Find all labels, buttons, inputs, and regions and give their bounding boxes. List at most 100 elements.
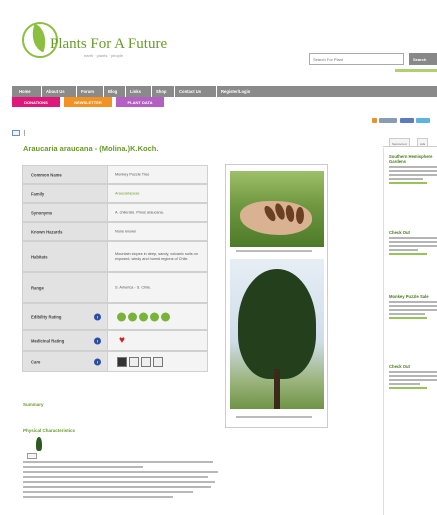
tree-size-icon	[36, 437, 42, 451]
ad-url[interactable]	[389, 387, 428, 389]
row-value: A. chilensis. Pinus araucana.	[115, 210, 164, 214]
row-label: Known Hazards	[31, 229, 63, 234]
soil-icon	[129, 356, 139, 367]
print-icon[interactable]	[12, 130, 20, 136]
row-value: Monkey Puzzle Tree	[115, 172, 150, 176]
ad-title[interactable]: Check Out	[389, 364, 437, 369]
seeds-photo[interactable]	[230, 171, 324, 247]
sidebar-ad[interactable]: Southern Hemisphere Gardens	[389, 154, 437, 184]
table-row: Edibility Rating i	[22, 303, 208, 330]
share-button[interactable]	[379, 118, 397, 123]
description-text	[23, 461, 223, 501]
row-value: S. America - S. Chile.	[115, 285, 152, 289]
shade-icon	[117, 356, 127, 367]
row-value: None known	[115, 229, 137, 233]
logo-name: Plants For A Future	[50, 36, 168, 52]
main-nav: Home About Us Forum Blog Links Shop Cont…	[12, 86, 437, 97]
nav-divider	[103, 86, 104, 97]
nav-forum[interactable]: Forum	[78, 86, 94, 97]
rating-dot	[128, 312, 137, 321]
heart-icon: ♥	[119, 334, 125, 346]
family-link[interactable]: Araucariaceae	[115, 191, 203, 196]
care-icons	[117, 356, 165, 367]
photo-caption	[236, 250, 312, 252]
sidebar-tab[interactable]: Sponsored	[389, 138, 410, 147]
toolbar-divider	[24, 130, 27, 136]
sidebar-tab[interactable]: Ads	[417, 138, 429, 147]
sidebar-ad[interactable]: Check Out	[389, 364, 437, 389]
photo-caption	[236, 416, 312, 418]
nav-donations[interactable]: DONATIONS	[12, 97, 60, 107]
like-button[interactable]	[400, 118, 414, 123]
moisture-icon	[141, 356, 151, 367]
row-label: Family	[31, 191, 45, 196]
nav-newsletter[interactable]: NEWSLETTER	[64, 97, 112, 107]
row-label: Synonyms	[31, 210, 53, 215]
row-label: Medicinal Rating	[31, 338, 65, 343]
tree-trunk	[274, 369, 280, 409]
hardiness-icon	[153, 356, 163, 367]
row-label: Habitats	[31, 254, 48, 259]
tweet-button[interactable]	[416, 118, 430, 123]
ad-url[interactable]	[389, 253, 428, 255]
row-value: Mountain slopes in deep, sandy, volcanic…	[115, 251, 198, 261]
info-icon[interactable]: i	[94, 313, 101, 320]
info-icon[interactable]: i	[94, 337, 101, 344]
nav-divider	[76, 86, 77, 97]
nav-shop[interactable]: Shop	[153, 86, 166, 97]
share-icon[interactable]	[372, 118, 377, 123]
table-row: Care i	[22, 351, 208, 372]
sidebar: Sponsored Ads Southern Hemisphere Garden…	[383, 138, 437, 515]
logo-tagline: earth · plants · people	[84, 53, 123, 58]
sidebar-ad[interactable]: Check Out	[389, 230, 437, 255]
nav-links[interactable]: Links	[127, 86, 141, 97]
rating-dot	[117, 312, 126, 321]
table-row: Medicinal Rating i ♥	[22, 330, 208, 351]
ad-title[interactable]: Check Out	[389, 230, 437, 235]
nav-contact[interactable]: Contact Us	[176, 86, 201, 97]
rating-dot	[161, 312, 170, 321]
row-label: Edibility Rating	[31, 314, 62, 319]
site-logo[interactable]: Plants For A Future earth · plants · peo…	[22, 22, 172, 68]
nav-divider	[151, 86, 152, 97]
nav-home[interactable]: Home	[16, 86, 31, 97]
table-row: Common Name Monkey Puzzle Tree	[22, 165, 208, 184]
nav-blog[interactable]: Blog	[105, 86, 117, 97]
nav-plant-data[interactable]: PLANT DATA	[116, 97, 164, 107]
tree-photo[interactable]	[230, 259, 324, 409]
nav-register[interactable]: Register/Login	[218, 86, 250, 97]
ad-url[interactable]	[389, 182, 428, 184]
nav-divider	[216, 86, 217, 97]
table-row: Family Araucariaceae	[22, 184, 208, 203]
summary-heading: Summary	[23, 402, 44, 407]
physical-heading: Physical Characteristics	[23, 428, 76, 433]
row-label: Range	[31, 285, 44, 290]
row-label: Common Name	[31, 172, 62, 177]
rating-dot	[139, 312, 148, 321]
share-bar	[372, 118, 432, 124]
table-row: Habitats Mountain slopes in deep, sandy,…	[22, 241, 208, 272]
ad-title[interactable]: Monkey Puzzle Sale	[389, 294, 437, 299]
sidebar-tabs: Sponsored Ads	[383, 138, 437, 147]
nav-about[interactable]: About Us	[43, 86, 65, 97]
nav-divider	[41, 86, 42, 97]
search-box: Search	[309, 53, 437, 67]
nav-divider	[174, 86, 175, 97]
table-row: Known Hazards None known	[22, 222, 208, 241]
advanced-search-link[interactable]	[395, 69, 437, 72]
rating-dot	[150, 312, 159, 321]
row-label: Care	[31, 359, 41, 364]
search-button[interactable]: Search	[409, 53, 437, 65]
ad-title[interactable]: Southern Hemisphere Gardens	[389, 154, 437, 164]
seed-shape	[296, 207, 304, 224]
table-row: Range S. America - S. Chile.	[22, 272, 208, 303]
search-input[interactable]	[309, 53, 404, 65]
info-icon[interactable]: i	[94, 358, 101, 365]
table-row: Synonyms A. chilensis. Pinus araucana.	[22, 203, 208, 222]
tree-crown	[238, 269, 316, 379]
ad-url[interactable]	[389, 317, 428, 319]
sidebar-ad[interactable]: Monkey Puzzle Sale	[389, 294, 437, 319]
size-toggle[interactable]	[27, 453, 37, 459]
page-title: Araucaria araucana - (Molina.)K.Koch.	[23, 144, 159, 153]
nav-divider	[125, 86, 126, 97]
